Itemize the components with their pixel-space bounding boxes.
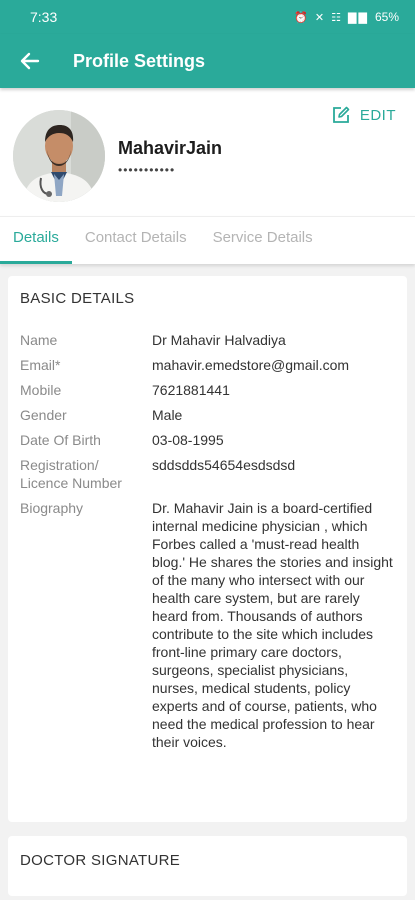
detail-label: Email* bbox=[20, 357, 61, 373]
profile-header: MahavirJain ••••••••••• EDIT bbox=[0, 88, 415, 216]
detail-value: sddsdds54654esdsdsd bbox=[152, 457, 296, 473]
detail-row-dob: Date Of Birth 03-08-1995 bbox=[20, 431, 395, 449]
profile-masked-text: ••••••••••• bbox=[118, 163, 176, 177]
basic-details-card: BASIC DETAILS Name Dr Mahavir Halvadiya … bbox=[8, 276, 407, 822]
tab-service-details[interactable]: Service Details bbox=[200, 229, 326, 264]
edit-icon bbox=[332, 106, 350, 123]
detail-label: Date Of Birth bbox=[20, 432, 101, 448]
detail-value: Male bbox=[152, 407, 183, 423]
detail-label: Mobile bbox=[20, 382, 62, 398]
status-indicators: ⏰ ✕ ☷ ▇▇ 65% bbox=[294, 10, 399, 24]
detail-row-email: Email* mahavir.emedstore@gmail.com bbox=[20, 356, 395, 374]
detail-row-name: Name Dr Mahavir Halvadiya bbox=[20, 331, 395, 349]
detail-row-registration: Registration/ Licence Number sddsdds5465… bbox=[20, 456, 395, 492]
doctor-photo bbox=[13, 110, 105, 202]
doctor-signature-card: DOCTOR SIGNATURE bbox=[8, 836, 407, 896]
avatar[interactable] bbox=[13, 110, 105, 202]
profile-name: MahavirJain bbox=[118, 138, 223, 158]
back-button[interactable] bbox=[18, 49, 42, 73]
doctor-signature-title: DOCTOR SIGNATURE bbox=[20, 852, 181, 869]
detail-value: 7621881441 bbox=[152, 382, 230, 398]
edit-button[interactable]: EDIT bbox=[332, 106, 396, 124]
detail-value: mahavir.emedstore@gmail.com bbox=[152, 357, 350, 373]
status-time: 7:33 bbox=[30, 9, 58, 25]
arrow-left-icon bbox=[20, 52, 40, 70]
detail-value: Dr Mahavir Halvadiya bbox=[152, 332, 286, 348]
detail-label: Gender bbox=[20, 407, 67, 423]
basic-details-title: BASIC DETAILS bbox=[20, 290, 135, 307]
detail-label: Name bbox=[20, 332, 58, 348]
detail-row-biography: Biography Dr. Mahavir Jain is a board-ce… bbox=[20, 499, 395, 751]
tab-bar: Details Contact Details Service Details bbox=[0, 216, 415, 264]
battery-level: 65% bbox=[374, 10, 399, 24]
biography-text: Dr. Mahavir Jain is a board-certified in… bbox=[152, 500, 393, 750]
detail-label: Registration/ Licence Number bbox=[20, 457, 122, 491]
edit-label: EDIT bbox=[359, 106, 396, 124]
page-title: Profile Settings bbox=[73, 50, 206, 71]
tab-details[interactable]: Details bbox=[0, 229, 72, 264]
status-bar: 7:33 ⏰ ✕ ☷ ▇▇ 65% bbox=[0, 0, 415, 34]
detail-label: Biography bbox=[20, 500, 84, 516]
status-icons: ⏰ ✕ ☷ ▇▇ bbox=[294, 11, 369, 24]
detail-row-mobile: Mobile 7621881441 bbox=[20, 381, 395, 399]
app-bar: Profile Settings bbox=[0, 34, 415, 88]
detail-row-gender: Gender Male bbox=[20, 406, 395, 424]
detail-value: 03-08-1995 bbox=[152, 432, 224, 448]
tab-contact-details[interactable]: Contact Details bbox=[72, 229, 200, 264]
